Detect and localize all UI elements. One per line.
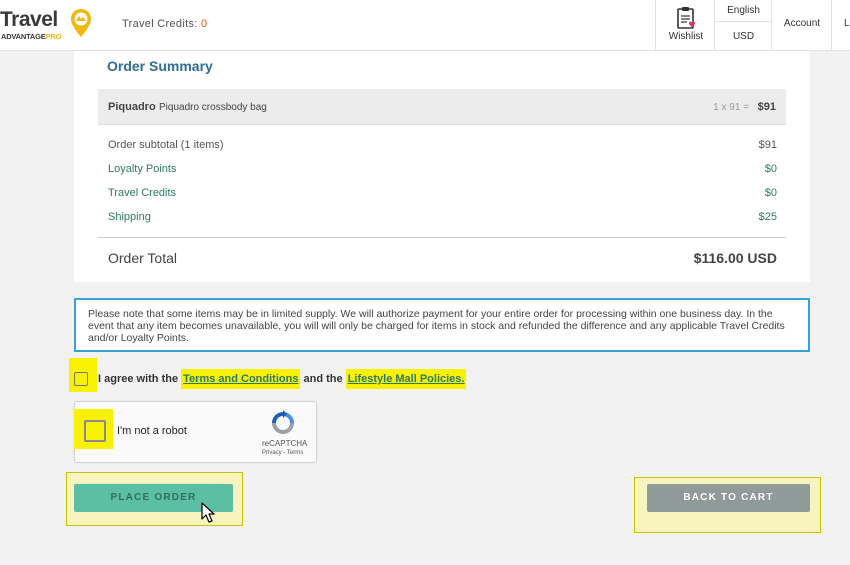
shipping-value: $25 (758, 211, 777, 223)
agree-terms-checkbox[interactable] (74, 372, 88, 386)
location-pin-icon (71, 9, 91, 37)
divider (715, 21, 772, 22)
account-link[interactable]: Account (771, 0, 831, 51)
item-quantity-calc: 1 x 91 = (713, 102, 749, 113)
logout-label: Lo (844, 18, 850, 29)
mouse-cursor-icon (201, 502, 215, 523)
recaptcha-icon (272, 410, 294, 434)
subtotal-row: Order subtotal (1 items) $91 (108, 139, 777, 155)
travel-credits: Travel Credits: 0 (122, 18, 208, 30)
order-summary-title: Order Summary (107, 58, 213, 74)
wishlist-clipboard-icon (677, 7, 695, 29)
recaptcha-brand: reCAPTCHA (262, 439, 308, 448)
travel-credits-row: Travel Credits $0 (108, 187, 777, 203)
top-header: Travel ADVANTAGEPRO Travel Credits: 0 Wi… (0, 0, 850, 51)
wishlist-label: Wishlist (668, 31, 704, 42)
item-price: $91 (757, 101, 776, 113)
subtotal-label: Order subtotal (1 items) (108, 139, 224, 151)
lifestyle-mall-policies-link[interactable]: Lifestyle Mall Policies. (345, 369, 467, 389)
order-total-label: Order Total (108, 250, 177, 266)
travel-advantage-logo[interactable]: Travel ADVANTAGEPRO (0, 6, 96, 42)
item-description: Piquadro crossbody bag (159, 102, 267, 113)
travel-credits-amount: $0 (764, 187, 777, 199)
shipping-label: Shipping (108, 211, 151, 223)
loyalty-points-value: $0 (764, 163, 777, 175)
order-total-row: Order Total $116.00 USD (108, 250, 777, 270)
order-summary-panel: Order Summary Piquadro Piquadro crossbod… (74, 51, 810, 282)
recaptcha-label: I'm not a robot (117, 425, 187, 437)
shipping-row: Shipping $25 (108, 211, 777, 227)
account-label: Account (783, 18, 821, 29)
terms-and-conditions-link[interactable]: Terms and Conditions (181, 369, 301, 389)
agree-terms-text: I agree with the Terms and Conditions an… (98, 369, 467, 389)
language-value[interactable]: English (715, 5, 772, 16)
summary-divider (98, 237, 786, 238)
order-total-value: $116.00 USD (693, 250, 777, 266)
currency-value[interactable]: USD (715, 31, 772, 42)
wishlist-link[interactable]: Wishlist (655, 0, 715, 51)
language-currency-selector[interactable]: English USD (714, 0, 772, 51)
order-item-row: Piquadro Piquadro crossbody bag 1 x 91 =… (98, 89, 786, 125)
subtotal-value: $91 (758, 139, 777, 151)
logout-link[interactable]: Lo (831, 0, 850, 51)
item-brand: Piquadro (108, 101, 156, 113)
loyalty-points-row: Loyalty Points $0 (108, 163, 777, 179)
loyalty-points-label: Loyalty Points (108, 163, 177, 175)
recaptcha-checkbox[interactable] (84, 420, 106, 442)
travel-credits-label: Travel Credits (108, 187, 177, 199)
supply-notice: Please note that some items may be in li… (74, 298, 810, 352)
travel-credits-value: 0 (200, 18, 208, 30)
logo-subtitle: ADVANTAGEPRO (1, 32, 62, 41)
back-to-cart-button[interactable]: BACK TO CART (647, 484, 810, 512)
logo-word: Travel (0, 8, 58, 31)
recaptcha-privacy-terms-links[interactable]: Privacy - Terms (262, 450, 303, 456)
